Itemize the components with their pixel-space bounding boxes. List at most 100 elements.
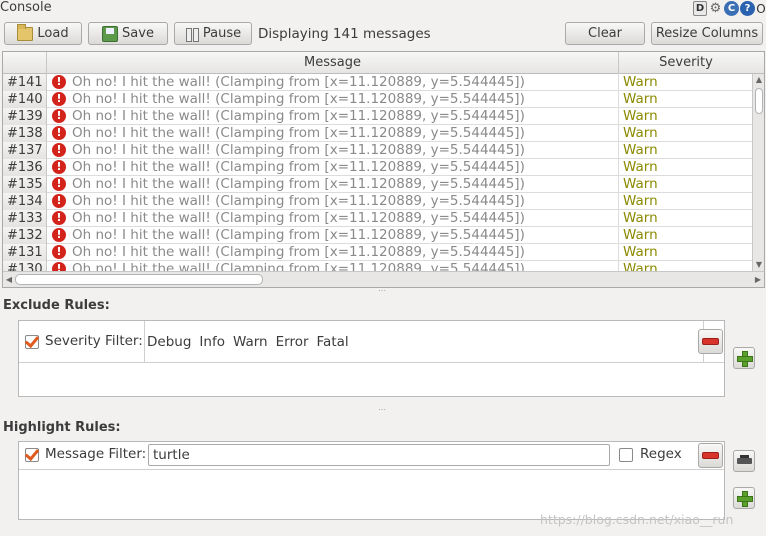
row-message[interactable]: ! Oh no! I hit the wall! (Clamping from [… xyxy=(47,159,619,176)
row-number[interactable]: #137 xyxy=(3,142,47,159)
table-row[interactable]: #137! Oh no! I hit the wall! (Clamping fr… xyxy=(3,142,752,159)
row-number[interactable]: #131 xyxy=(3,244,47,261)
message-filter-label: Message Filter: xyxy=(45,446,147,462)
severity-info[interactable]: Info xyxy=(199,334,225,350)
row-message[interactable]: ! Oh no! I hit the wall! (Clamping from [… xyxy=(47,244,619,261)
horizontal-scrollbar[interactable]: ◀ ▶ xyxy=(3,271,764,287)
row-severity[interactable]: Warn xyxy=(619,244,752,261)
row-number[interactable]: #134 xyxy=(3,193,47,210)
row-severity[interactable]: Warn xyxy=(619,193,752,210)
table-row[interactable]: #132! Oh no! I hit the wall! (Clamping fr… xyxy=(3,227,752,244)
row-message[interactable]: ! Oh no! I hit the wall! (Clamping from [… xyxy=(47,74,619,91)
message-filter-checkbox[interactable] xyxy=(25,448,39,462)
remove-exclude-rule-button[interactable] xyxy=(698,329,723,354)
table-row[interactable]: #133! Oh no! I hit the wall! (Clamping fr… xyxy=(3,210,752,227)
severity-filter-label: Severity Filter: xyxy=(45,333,143,349)
severity-list[interactable]: Debug Info Warn Error Fatal xyxy=(144,321,704,362)
row-message[interactable]: ! Oh no! I hit the wall! (Clamping from [… xyxy=(47,125,619,142)
error-icon: ! xyxy=(52,126,66,140)
row-message[interactable]: ! Oh no! I hit the wall! (Clamping from [… xyxy=(47,261,619,271)
severity-debug[interactable]: Debug xyxy=(147,334,191,350)
d-icon[interactable]: D xyxy=(693,1,707,16)
table-row[interactable]: #134! Oh no! I hit the wall! (Clamping fr… xyxy=(3,193,752,210)
table-row[interactable]: #138! Oh no! I hit the wall! (Clamping fr… xyxy=(3,125,752,142)
load-button[interactable]: Load xyxy=(4,22,82,45)
table-row[interactable]: #136! Oh no! I hit the wall! (Clamping fr… xyxy=(3,159,752,176)
row-severity[interactable]: Warn xyxy=(619,142,752,159)
vertical-scroll-thumb[interactable] xyxy=(755,88,763,114)
row-severity[interactable]: Warn xyxy=(619,227,752,244)
row-message[interactable]: ! Oh no! I hit the wall! (Clamping from [… xyxy=(47,227,619,244)
scroll-up-icon[interactable]: ▲ xyxy=(753,74,764,86)
pause-button[interactable]: Pause xyxy=(174,22,252,45)
save-button[interactable]: Save xyxy=(88,22,168,45)
row-message[interactable]: ! Oh no! I hit the wall! (Clamping from [… xyxy=(47,193,619,210)
row-severity[interactable]: Warn xyxy=(619,261,752,271)
help-icon[interactable]: ? xyxy=(740,1,755,16)
horizontal-scroll-thumb[interactable] xyxy=(15,274,263,285)
highlight-rules-panel: Message Filter: Regex xyxy=(18,441,725,520)
row-message[interactable]: ! Oh no! I hit the wall! (Clamping from [… xyxy=(47,91,619,108)
row-number[interactable]: #138 xyxy=(3,125,47,142)
plus-icon xyxy=(737,351,753,367)
table-row[interactable]: #131! Oh no! I hit the wall! (Clamping fr… xyxy=(3,244,752,261)
splitter-grip-2[interactable]: ⋯ xyxy=(378,405,387,414)
add-highlight-rule-button[interactable] xyxy=(733,487,755,509)
window-title: Console xyxy=(0,0,52,15)
regex-checkbox[interactable] xyxy=(619,448,633,462)
row-severity[interactable]: Warn xyxy=(619,125,752,142)
vertical-scrollbar[interactable]: ▲ ▼ xyxy=(752,74,764,271)
add-exclude-rule-button[interactable] xyxy=(733,347,755,369)
scroll-down-icon[interactable]: ▼ xyxy=(753,259,764,271)
highlight-tool-button[interactable] xyxy=(733,450,755,472)
column-header-message[interactable]: Message xyxy=(47,52,619,74)
row-number[interactable]: #133 xyxy=(3,210,47,227)
table-rows: #141! Oh no! I hit the wall! (Clamping fr… xyxy=(3,74,752,271)
remove-highlight-rule-button[interactable] xyxy=(698,443,723,468)
row-message[interactable]: ! Oh no! I hit the wall! (Clamping from [… xyxy=(47,210,619,227)
row-severity[interactable]: Warn xyxy=(619,176,752,193)
table-row[interactable]: #130! Oh no! I hit the wall! (Clamping fr… xyxy=(3,261,752,271)
row-message-text: Oh no! I hit the wall! (Clamping from [x… xyxy=(72,261,525,271)
row-number[interactable]: #141 xyxy=(3,74,47,91)
row-severity[interactable]: Warn xyxy=(619,74,752,91)
row-severity[interactable]: Warn xyxy=(619,210,752,227)
row-message[interactable]: ! Oh no! I hit the wall! (Clamping from [… xyxy=(47,108,619,125)
table-row[interactable]: #140! Oh no! I hit the wall! (Clamping fr… xyxy=(3,91,752,108)
severity-filter-checkbox[interactable] xyxy=(25,335,39,349)
row-number[interactable]: #136 xyxy=(3,159,47,176)
table-row[interactable]: #141! Oh no! I hit the wall! (Clamping fr… xyxy=(3,74,752,91)
column-header-severity[interactable]: Severity xyxy=(619,52,753,74)
row-number[interactable]: #135 xyxy=(3,176,47,193)
row-message[interactable]: ! Oh no! I hit the wall! (Clamping from [… xyxy=(47,176,619,193)
severity-warn[interactable]: Warn xyxy=(233,334,268,350)
scroll-left-icon[interactable]: ◀ xyxy=(3,273,15,286)
row-message-text: Oh no! I hit the wall! (Clamping from [x… xyxy=(72,108,525,124)
clear-button[interactable]: Clear xyxy=(565,22,645,45)
row-message-text: Oh no! I hit the wall! (Clamping from [x… xyxy=(72,244,525,260)
close-icon[interactable]: O xyxy=(756,1,766,16)
row-message[interactable]: ! Oh no! I hit the wall! (Clamping from [… xyxy=(47,142,619,159)
table-row[interactable]: #139! Oh no! I hit the wall! (Clamping fr… xyxy=(3,108,752,125)
row-number[interactable]: #132 xyxy=(3,227,47,244)
row-severity[interactable]: Warn xyxy=(619,108,752,125)
severity-fatal[interactable]: Fatal xyxy=(317,334,349,350)
scroll-right-icon[interactable]: ▶ xyxy=(752,273,764,286)
row-message-text: Oh no! I hit the wall! (Clamping from [x… xyxy=(72,91,525,107)
severity-error[interactable]: Error xyxy=(276,334,309,350)
gear-icon[interactable]: ⚙ xyxy=(708,1,723,16)
row-message-text: Oh no! I hit the wall! (Clamping from [x… xyxy=(72,193,525,209)
splitter-grip[interactable]: ⋯ xyxy=(378,286,387,295)
row-severity[interactable]: Warn xyxy=(619,159,752,176)
row-number[interactable]: #140 xyxy=(3,91,47,108)
header-corner[interactable] xyxy=(3,52,47,74)
message-filter-input[interactable] xyxy=(148,444,610,466)
message-table[interactable]: Message Severity #141! Oh no! I hit the w… xyxy=(2,51,765,288)
message-count-status: Displaying 141 messages xyxy=(258,26,431,42)
resize-columns-button[interactable]: Resize Columns xyxy=(651,22,763,45)
row-severity[interactable]: Warn xyxy=(619,91,752,108)
table-row[interactable]: #135! Oh no! I hit the wall! (Clamping fr… xyxy=(3,176,752,193)
row-number[interactable]: #139 xyxy=(3,108,47,125)
refresh-icon[interactable]: C xyxy=(724,1,739,16)
row-number[interactable]: #130 xyxy=(3,261,47,271)
